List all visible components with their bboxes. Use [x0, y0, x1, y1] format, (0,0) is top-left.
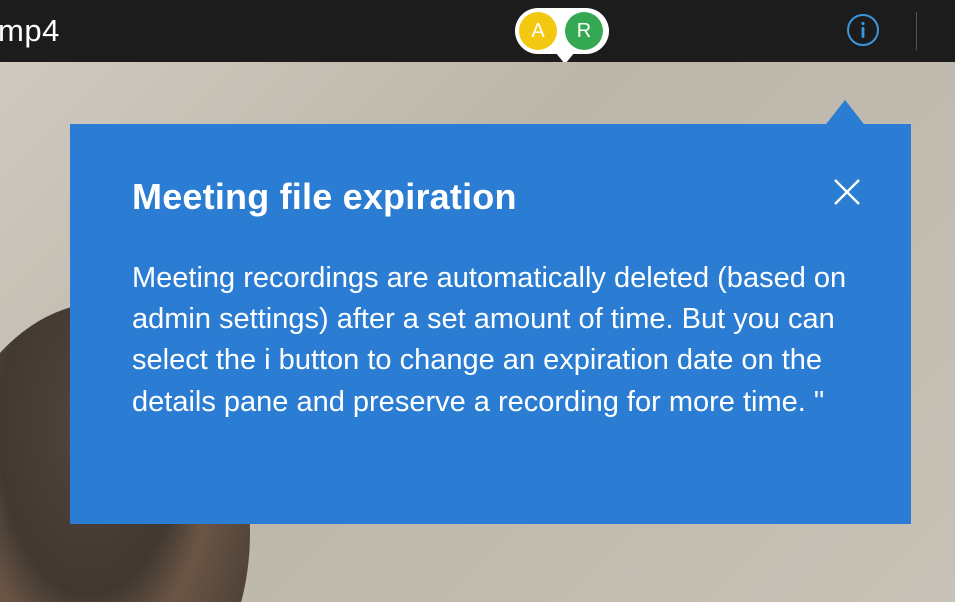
close-icon: [829, 174, 865, 210]
tooltip-title: Meeting file expiration: [132, 176, 851, 218]
tooltip-body: Meeting recordings are automatically del…: [132, 258, 851, 423]
header-separator: [916, 12, 917, 50]
content-area: Meeting file expiration Meeting recordin…: [0, 62, 955, 602]
avatar[interactable]: R: [565, 12, 603, 50]
presence-cluster: A R: [515, 8, 609, 54]
info-button[interactable]: [843, 10, 883, 50]
presence-pill[interactable]: A R: [515, 8, 609, 54]
avatar[interactable]: A: [519, 12, 557, 50]
filename-label: mp4: [0, 13, 60, 49]
expiration-tooltip: Meeting file expiration Meeting recordin…: [70, 124, 911, 524]
header-bar: mp4 A R: [0, 0, 955, 62]
tooltip-close-button[interactable]: [829, 174, 865, 210]
info-icon: [846, 13, 880, 47]
